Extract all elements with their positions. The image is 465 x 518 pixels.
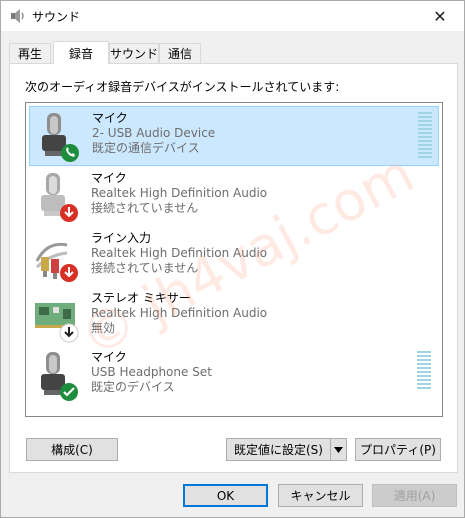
device-name: マイク (91, 171, 127, 185)
close-icon: ✕ (433, 6, 447, 26)
tab-communications[interactable]: 通信 (159, 43, 201, 63)
speaker-icon (11, 9, 24, 23)
sound-card-icon (35, 303, 79, 343)
device-status: 接続されていません (91, 201, 199, 215)
device-status: 既定のデバイス (91, 380, 175, 394)
device-status: 無効 (91, 321, 116, 335)
device-description: 2- USB Audio Device (92, 126, 216, 140)
device-name: ステレオ ミキサー (91, 291, 191, 305)
microphone-icon (42, 113, 79, 162)
line-in-cable-icon (35, 242, 78, 282)
tab-sounds[interactable]: サウンド (109, 43, 159, 63)
set-default-dropdown[interactable] (330, 438, 347, 461)
list-item-device[interactable]: マイク Realtek High Definition Audio 接続されてい… (29, 167, 439, 227)
device-name: ライン入力 (91, 231, 152, 245)
device-status: 既定の通信デバイス (92, 141, 200, 155)
device-status: 接続されていません (91, 261, 199, 275)
list-item-device[interactable]: マイク USB Headphone Set 既定のデバイス (29, 346, 439, 406)
device-description: Realtek High Definition Audio (91, 186, 268, 200)
configure-button[interactable]: 構成(C) (26, 438, 118, 461)
device-description: USB Headphone Set (91, 365, 212, 379)
cancel-button[interactable]: キャンセル (278, 484, 363, 507)
chevron-down-icon (334, 446, 343, 453)
ok-button[interactable]: OK (183, 484, 268, 507)
tab-playback[interactable]: 再生 (9, 43, 51, 63)
window-title: サウンド (32, 10, 81, 24)
properties-button[interactable]: プロパティ(P) (355, 438, 441, 461)
set-default-button[interactable]: 既定値に設定(S) (226, 438, 331, 461)
device-name: マイク (92, 111, 128, 125)
level-meter (418, 112, 432, 160)
device-description: Realtek High Definition Audio (91, 246, 268, 260)
title-bar: サウンド ✕ (1, 1, 464, 31)
microphone-icon (41, 352, 78, 401)
sound-dialog: サウンド ✕ 再生 録音 サウンド 通信 次のオーディオ録音デバイスがインストー… (0, 0, 465, 518)
close-button[interactable]: ✕ (418, 1, 462, 31)
device-list[interactable]: マイク 2- USB Audio Device 既定の通信デバイス マイク Re… (25, 102, 443, 417)
list-item-device[interactable]: マイク 2- USB Audio Device 既定の通信デバイス (29, 106, 439, 166)
list-item-device[interactable]: ライン入力 Realtek High Definition Audio 接続され… (29, 227, 439, 287)
tab-recording[interactable]: 録音 (53, 41, 109, 64)
list-item-device[interactable]: ステレオ ミキサー Realtek High Definition Audio … (29, 287, 439, 347)
microphone-icon (41, 173, 78, 222)
device-description: Realtek High Definition Audio (91, 306, 268, 320)
level-meter (417, 351, 431, 399)
recording-panel: 次のオーディオ録音デバイスがインストールされています: マイク 2- USB A… (9, 63, 458, 473)
device-name: マイク (91, 350, 127, 364)
panel-description: 次のオーディオ録音デバイスがインストールされています: (25, 80, 340, 94)
apply-button[interactable]: 適用(A) (372, 484, 457, 507)
